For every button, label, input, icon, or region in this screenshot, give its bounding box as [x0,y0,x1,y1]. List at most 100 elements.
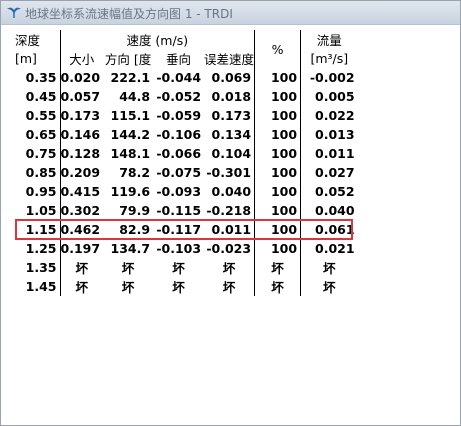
vertical-cell: -0.059 [156,108,202,123]
table-row[interactable]: 1.35 坏坏坏坏坏坏 [15,258,358,277]
direction-cell: 134.7 [110,241,151,256]
percent-cell: 坏 [254,258,302,277]
velocity-table: 深度 速度 (m/s) % 流量 [m] 大小 方向 [度 垂向 误差速度 [m… [15,30,358,296]
table-row[interactable]: 0.95 0.415 119.6 -0.093 0.040 100 0.052 [15,182,358,201]
direction-cell: 119.6 [110,184,151,199]
direction-cell: 144.2 [110,127,151,142]
title-bar[interactable]: 地球坐标系流速幅值及方向图 1 - TRDI [1,1,460,25]
flow-cell: 0.013 [315,127,355,142]
depth-cell: 0.95 [15,182,61,201]
error-cell: 0.173 [204,106,256,125]
percent-cell: 坏 [254,277,302,296]
table-row[interactable]: 1.05 0.302 79.9 -0.115 -0.218 100 0.040 [15,201,358,220]
error-cell: 坏 [204,277,256,296]
depth-cell: 0.75 [15,144,61,163]
percent-cell: 100 [254,201,302,220]
magnitude-cell: 0.173 [60,108,101,123]
depth-cell: 0.45 [15,87,61,106]
vertical-cell: -0.115 [156,203,202,218]
flow-cell: 0.011 [315,146,355,161]
error-cell: 0.104 [204,144,256,163]
error-header: 误差速度 [204,49,256,68]
depth-unit: [m] [15,49,61,68]
flow-header: 流量 [316,33,342,48]
vertical-header: 垂向 [166,52,192,67]
depth-cell: 0.65 [15,125,61,144]
header-row-2: [m] 大小 方向 [度 垂向 误差速度 [m³/s] [15,49,358,68]
flow-cell: 0.052 [315,184,355,199]
vertical-cell: -0.103 [156,241,202,256]
depth-cell: 1.45 [15,277,61,296]
percent-cell: 100 [254,239,302,258]
direction-cell: 148.1 [110,146,151,161]
magnitude-cell: 0.128 [60,146,101,161]
table-row[interactable]: 0.75 0.128 148.1 -0.066 0.104 100 0.011 [15,144,358,163]
magnitude-cell: 0.302 [60,203,101,218]
depth-cell: 1.35 [15,258,61,277]
magnitude-cell: 坏 [75,261,89,276]
percent-cell: 100 [254,144,302,163]
table-row[interactable]: 1.15 0.462 82.9 -0.117 0.011 100 0.061 [15,220,358,239]
direction-cell: 坏 [121,280,135,295]
depth-cell: 1.15 [15,220,61,239]
error-cell: 0.018 [204,87,256,106]
window-title: 地球坐标系流速幅值及方向图 1 - TRDI [25,7,233,21]
vertical-cell: 坏 [172,280,185,295]
vertical-cell: 坏 [172,261,185,276]
percent-cell: 100 [254,106,302,125]
flow-cell: 坏 [323,280,336,295]
depth-cell: 1.25 [15,239,61,258]
table-row[interactable]: 0.65 0.146 144.2 -0.106 0.134 100 0.013 [15,125,358,144]
app-window: 地球坐标系流速幅值及方向图 1 - TRDI 深度 速度 (m/s) % 流量 [0,0,461,426]
vertical-cell: -0.075 [156,165,202,180]
direction-cell: 78.2 [119,165,151,180]
direction-cell: 115.1 [110,108,151,123]
percent-cell: 100 [254,68,302,87]
flow-cell: 0.040 [315,203,355,218]
magnitude-cell: 0.197 [60,241,101,256]
direction-cell: 79.9 [119,203,151,218]
magnitude-cell: 0.020 [60,70,101,85]
percent-cell: 100 [254,220,302,239]
flow-cell: 0.005 [315,89,355,104]
table-row[interactable]: 0.55 0.173 115.1 -0.059 0.173 100 0.022 [15,106,358,125]
error-cell: 0.134 [204,125,256,144]
depth-cell: 0.55 [15,106,61,125]
error-cell: -0.023 [204,239,256,258]
flow-cell: -0.002 [309,70,355,85]
flow-cell: 0.027 [315,165,355,180]
flow-cell: 0.022 [315,108,355,123]
vertical-cell: -0.093 [156,184,202,199]
error-cell: 坏 [204,258,256,277]
trdi-logo-icon [7,7,21,18]
magnitude-cell: 0.146 [60,127,101,142]
direction-header: 方向 [度 [104,52,152,67]
direction-cell: 82.9 [119,222,151,237]
vertical-cell: -0.106 [156,127,202,142]
depth-cell: 0.35 [15,68,61,87]
vertical-cell: -0.044 [156,70,202,85]
table-row[interactable]: 0.45 0.057 44.8 -0.052 0.018 100 0.005 [15,87,358,106]
flow-unit: [m³/s] [310,51,349,66]
magnitude-header: 大小 [69,52,95,67]
percent-cell: 100 [254,182,302,201]
vertical-cell: -0.117 [156,222,202,237]
percent-cell: 100 [254,163,302,182]
header-row-1: 深度 速度 (m/s) % 流量 [15,30,358,68]
direction-cell: 222.1 [110,70,151,85]
vertical-cell: -0.066 [156,146,202,161]
percent-header: % [254,30,302,68]
table-row[interactable]: 0.85 0.209 78.2 -0.075 -0.301 100 0.027 [15,163,358,182]
table-row[interactable]: 1.25 0.197 134.7 -0.103 -0.023 100 0.021 [15,239,358,258]
depth-cell: 0.85 [15,163,61,182]
vertical-cell: -0.052 [156,89,202,104]
table-area: 深度 速度 (m/s) % 流量 [m] 大小 方向 [度 垂向 误差速度 [m… [1,25,460,425]
magnitude-cell: 0.415 [60,184,101,199]
depth-header: 深度 [15,30,61,49]
table-row[interactable]: 0.35 0.020 222.1 -0.044 0.069 100 -0.002 [15,68,358,87]
magnitude-cell: 0.462 [60,222,101,237]
error-cell: 0.040 [204,182,256,201]
error-cell: -0.218 [204,201,256,220]
table-row[interactable]: 1.45 坏坏坏坏坏坏 [15,277,358,296]
percent-cell: 100 [254,125,302,144]
